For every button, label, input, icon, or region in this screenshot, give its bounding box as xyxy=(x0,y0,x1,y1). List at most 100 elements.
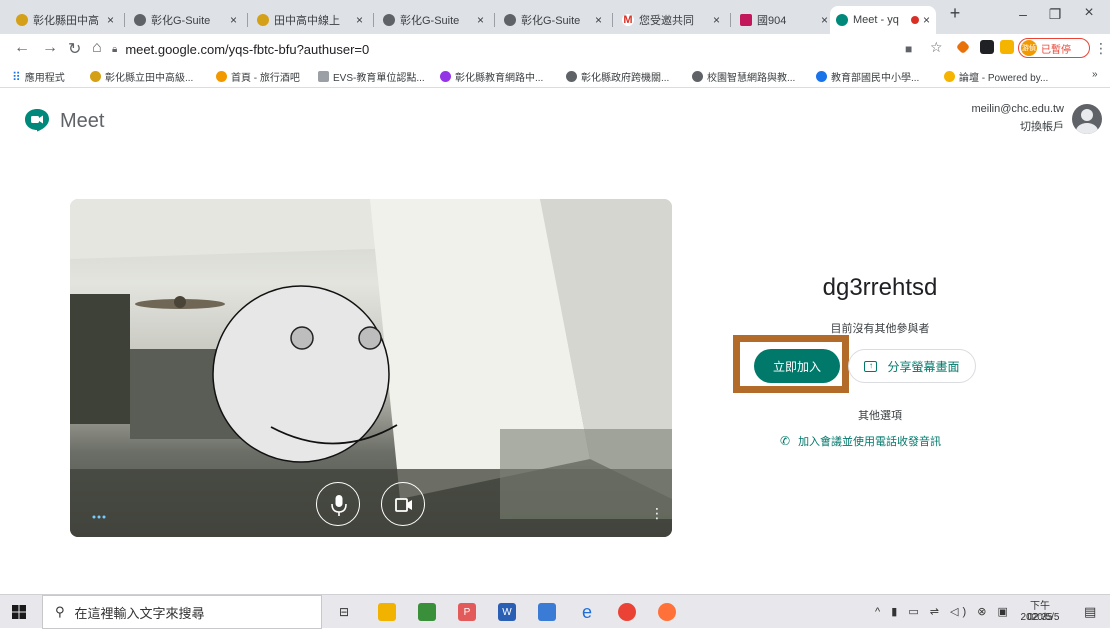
tab-class-904[interactable]: 國904 × xyxy=(734,6,834,34)
join-now-button[interactable]: 立即加入 xyxy=(754,349,840,383)
present-button[interactable]: ↑ 分享螢幕畫面 xyxy=(848,349,976,383)
extension-icon[interactable] xyxy=(1000,40,1014,54)
system-tray[interactable]: ^ ▮ ▭ ⇌ ◁) ⊗ ▣ xyxy=(875,605,1012,618)
bookmark-apps[interactable]: ⠿ 應用程式 xyxy=(12,69,65,85)
close-icon[interactable]: × xyxy=(713,13,720,27)
phone-label: 加入會議並使用電話收發音訊 xyxy=(798,436,942,448)
microphone-toggle-button[interactable] xyxy=(316,482,360,526)
participants-status: 目前沒有其他參與者 xyxy=(830,323,930,335)
bookmark-label: EVS-教育單位認點... xyxy=(333,73,425,84)
tab-meet-active[interactable]: Meet - yq × xyxy=(830,6,936,34)
task-view-icon[interactable]: ⊟ xyxy=(335,603,353,621)
gmail-icon: M xyxy=(622,14,634,26)
bookmark-item[interactable]: EVS-教育單位認點... xyxy=(318,69,425,84)
chart-app-icon[interactable] xyxy=(418,603,436,621)
classroom-icon xyxy=(740,14,752,26)
user-icon xyxy=(1076,109,1098,134)
close-window-button[interactable]: × xyxy=(1074,4,1104,22)
tab-title: 國904 xyxy=(757,15,787,27)
menu-icon[interactable]: ⋮ xyxy=(1094,40,1108,57)
tab-gsuite-1[interactable]: 彰化G-Suite × xyxy=(128,6,243,34)
minimize-button[interactable]: – xyxy=(1008,6,1038,22)
video-camera-icon xyxy=(395,498,412,512)
word-icon[interactable]: W xyxy=(498,603,516,621)
new-tab-button[interactable]: + xyxy=(940,3,970,24)
reload-icon[interactable]: ↻ xyxy=(68,39,81,59)
more-options-icon[interactable]: ⋮ xyxy=(650,505,664,522)
bookmark-item[interactable]: 校園智慧網路與教... xyxy=(692,69,795,84)
app-title[interactable]: Meet xyxy=(60,110,104,133)
globe-icon xyxy=(383,14,395,26)
tab-gmail-invite[interactable]: M 您受邀共同 × xyxy=(616,6,726,34)
present-screen-icon: ↑ xyxy=(864,360,878,372)
camera-feed-image xyxy=(70,199,672,537)
close-icon[interactable]: × xyxy=(821,13,828,27)
edge-icon[interactable]: e xyxy=(578,602,596,622)
school-icon xyxy=(16,14,28,26)
bookmark-label: 彰化縣立田中高級... xyxy=(105,73,194,84)
globe-icon xyxy=(566,71,577,82)
close-icon[interactable]: × xyxy=(230,13,237,27)
document-icon xyxy=(318,71,329,82)
bookmark-label: 論壇 - Powered by... xyxy=(959,73,1049,84)
chrome-icon[interactable] xyxy=(618,603,636,621)
close-icon[interactable]: × xyxy=(923,13,930,27)
network-icon xyxy=(440,71,451,82)
bookmark-item[interactable]: 首頁 - 旅行酒吧 xyxy=(216,69,300,84)
notification-icon[interactable]: ▤ xyxy=(1084,604,1096,620)
video-preview: ⋮ xyxy=(70,199,672,537)
address-bar-row: ← → ↻ ⌂ 🔒︎ meet.google.com/yqs-fbtc-bfu?… xyxy=(0,34,1110,64)
bookmark-label: 彰化縣教育網路中... xyxy=(455,73,544,84)
clock-date[interactable]: 2020/5/5 xyxy=(1018,612,1062,623)
bookmark-item[interactable]: 彰化縣立田中高級... xyxy=(90,69,193,84)
tab-divider xyxy=(612,13,613,27)
tab-title: 田中高中線上 xyxy=(274,15,340,27)
close-icon[interactable]: × xyxy=(356,13,363,27)
home-icon[interactable]: ⌂ xyxy=(92,39,102,57)
bookmark-item[interactable]: 教育部國民中小學... xyxy=(816,69,919,84)
file-explorer-icon[interactable] xyxy=(378,603,396,621)
url-bar[interactable]: 🔒︎ meet.google.com/yqs-fbtc-bfu?authuser… xyxy=(112,38,882,60)
star-icon[interactable]: ☆ xyxy=(930,39,943,56)
profile-paused-button[interactable]: 游偵 已暫停 xyxy=(1018,38,1090,58)
globe-icon xyxy=(692,71,703,82)
ministry-icon xyxy=(816,71,827,82)
close-icon[interactable]: × xyxy=(107,13,114,27)
bookmarks-more-button[interactable]: » xyxy=(1092,69,1098,80)
presentation-app-icon[interactable]: P xyxy=(458,603,476,621)
tab-title: 彰化縣田中高 xyxy=(33,15,99,27)
phone-icon: ✆ xyxy=(780,434,791,448)
firefox-icon[interactable] xyxy=(658,603,676,621)
bookmark-item[interactable]: 彰化縣教育網路中... xyxy=(440,69,543,84)
avatar[interactable] xyxy=(1072,104,1102,134)
browser-tab-strip: 彰化縣田中高 × 彰化G-Suite × 田中高中線上 × 彰化G-Suite … xyxy=(0,0,1110,34)
restore-button[interactable]: ❐ xyxy=(1040,6,1070,23)
taskbar-search-input[interactable]: ⚲ 在這裡輸入文字來搜尋 xyxy=(42,595,322,629)
school-icon xyxy=(257,14,269,26)
switch-account-link[interactable]: 切換帳戶 xyxy=(1020,118,1064,134)
bookmark-label: 彰化縣政府跨機關... xyxy=(581,73,670,84)
globe-icon xyxy=(134,14,146,26)
tab-tianzhong-1[interactable]: 彰化縣田中高 × xyxy=(10,6,120,34)
meeting-code: dg3rrehtsd xyxy=(822,274,938,301)
camera-toggle-button[interactable] xyxy=(381,482,425,526)
meet-icon xyxy=(836,14,848,26)
bookmark-item[interactable]: 彰化縣政府跨機關... xyxy=(566,69,669,84)
tab-title: 您受邀共同 xyxy=(639,15,694,27)
tab-gsuite-2[interactable]: 彰化G-Suite × xyxy=(377,6,490,34)
camera-icon[interactable]: ■ xyxy=(905,42,912,56)
close-icon[interactable]: × xyxy=(477,13,484,27)
close-icon[interactable]: × xyxy=(595,13,602,27)
tab-tianzhong-2[interactable]: 田中高中線上 × xyxy=(251,6,369,34)
back-icon[interactable]: ← xyxy=(14,39,30,57)
bookmark-item[interactable]: 論壇 - Powered by... xyxy=(944,69,1048,84)
taskbar: ⚲ 在這裡輸入文字來搜尋 ⊟ P W e ^ ▮ ▭ ⇌ ◁) ⊗ ▣ ▤ xyxy=(0,594,1110,629)
extension-icon[interactable] xyxy=(980,40,994,54)
tab-title: Meet - yq xyxy=(853,14,899,26)
windows-start-icon[interactable] xyxy=(12,605,26,619)
tab-divider xyxy=(247,13,248,27)
forward-icon[interactable]: → xyxy=(42,39,58,57)
tab-gsuite-3[interactable]: 彰化G-Suite × xyxy=(498,6,608,34)
join-by-phone-link[interactable]: ✆ 加入會議並使用電話收發音訊 xyxy=(780,433,941,449)
document-app-icon[interactable] xyxy=(538,603,556,621)
